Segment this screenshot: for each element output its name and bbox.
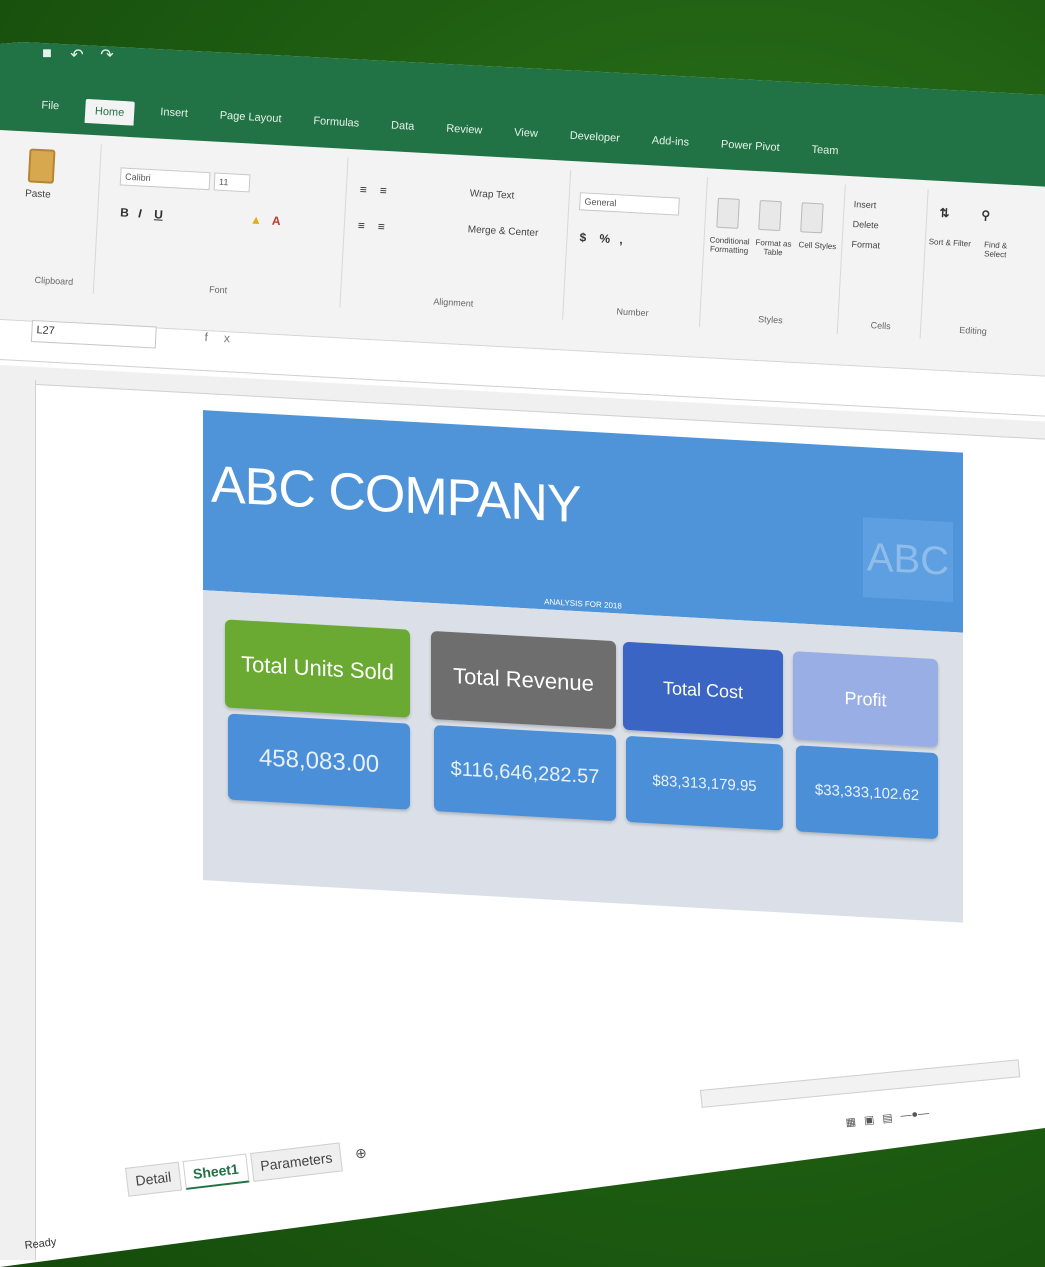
font-group: Calibri 11 B I U ▲ A Font	[95, 144, 349, 308]
cell-styles-icon[interactable]	[800, 202, 824, 234]
font-label: Font	[208, 284, 228, 296]
kpi-label: Total Units Sold	[225, 619, 410, 718]
excel-window: ■ ↶ ↷ File Home Insert Page Layout Formu…	[0, 42, 1045, 1267]
kpi-label: Total Revenue	[431, 630, 616, 730]
format-as-table-button[interactable]: Format as Table	[751, 238, 796, 258]
tab-team[interactable]: Team	[805, 140, 845, 166]
styles-group: Conditional Formatting Format as Table C…	[702, 177, 846, 335]
clipboard-label: Clipboard	[34, 274, 74, 287]
cells-label: Cells	[870, 320, 891, 332]
font-name-select[interactable]: Calibri	[119, 167, 211, 191]
sheet-tab-sheet1[interactable]: Sheet1	[182, 1153, 250, 1190]
tab-developer[interactable]: Developer	[563, 126, 626, 154]
merge-center-button[interactable]: Merge & Center	[468, 224, 539, 239]
font-color-icon[interactable]: A	[272, 214, 281, 228]
quick-access-toolbar: ■ ↶ ↷	[38, 45, 116, 64]
kpi-label: Profit	[793, 651, 938, 748]
paste-icon[interactable]	[27, 148, 56, 184]
conditional-formatting-icon[interactable]	[716, 197, 740, 229]
tab-page-layout[interactable]: Page Layout	[213, 106, 288, 134]
cell-styles-button[interactable]: Cell Styles	[795, 240, 839, 251]
redo-icon[interactable]: ↷	[98, 45, 116, 64]
clipboard-group: Paste Clipboard	[13, 140, 102, 295]
kpi-value: $116,646,282.57	[434, 725, 616, 822]
format-as-table-icon[interactable]	[758, 199, 782, 232]
kpi-card-cost: Total Cost $83,313,179.95	[623, 641, 783, 841]
find-select-button[interactable]: Find & Select	[973, 240, 1018, 260]
sort-filter-button[interactable]: Sort & Filter	[928, 237, 972, 248]
delete-cells-button[interactable]: Delete	[852, 219, 879, 230]
kpi-card-revenue: Total Revenue $116,646,282.57	[431, 630, 616, 831]
wrap-text-button[interactable]: Wrap Text	[469, 188, 514, 201]
paste-label[interactable]: Paste	[25, 188, 51, 200]
kpi-value: $33,333,102.62	[796, 745, 938, 840]
horizontal-scrollbar[interactable]	[700, 1059, 1021, 1108]
number-label: Number	[616, 306, 649, 319]
format-cells-button[interactable]: Format	[851, 239, 880, 251]
row-header	[0, 380, 36, 1260]
view-controls: ▦ ▣ ▤ —●—	[845, 1107, 930, 1129]
kpi-value: $83,313,179.95	[626, 735, 783, 831]
normal-view-icon[interactable]: ▦	[845, 1115, 857, 1129]
company-title: ABC COMPANY	[211, 455, 581, 535]
save-icon[interactable]: ■	[38, 45, 56, 63]
comma-icon[interactable]: ,	[619, 232, 623, 246]
align-top-icon[interactable]: ≡	[359, 182, 367, 196]
undo-icon[interactable]: ↶	[68, 45, 86, 64]
tab-file[interactable]: File	[35, 96, 66, 122]
tab-data[interactable]: Data	[384, 116, 421, 142]
editing-label: Editing	[959, 324, 988, 337]
align-center-icon[interactable]: ≡	[377, 219, 385, 233]
company-logo: ABC	[863, 517, 953, 603]
alignment-label: Alignment	[433, 296, 474, 309]
page-layout-view-icon[interactable]: ▣	[863, 1113, 875, 1127]
kpi-card-profit: Profit $33,333,102.62	[793, 651, 938, 849]
tab-view[interactable]: View	[507, 123, 544, 149]
zoom-slider[interactable]: —●—	[900, 1107, 930, 1123]
sheet-tab-detail[interactable]: Detail	[125, 1161, 182, 1197]
status-text: Ready	[24, 1236, 58, 1252]
tab-insert[interactable]: Insert	[153, 103, 194, 129]
kpi-value: 458,083.00	[228, 713, 410, 810]
align-left-icon[interactable]: ≡	[358, 218, 366, 232]
tab-add-ins[interactable]: Add-ins	[645, 131, 696, 158]
number-group: General $ % , Number	[565, 169, 708, 327]
sheet-tabs: Detail Sheet1 Parameters ⊕	[125, 1138, 378, 1197]
italic-button[interactable]: I	[138, 206, 142, 220]
conditional-formatting-button[interactable]: Conditional Formatting	[707, 235, 752, 255]
fx-icon[interactable]: fx	[204, 330, 246, 346]
kpi-label: Total Cost	[623, 641, 783, 739]
kpi-panel: Total Units Sold 458,083.00 Total Revenu…	[203, 590, 963, 923]
logo-text: ABC	[866, 534, 950, 584]
fill-color-icon[interactable]: ▲	[250, 212, 263, 227]
tab-home[interactable]: Home	[84, 98, 135, 126]
font-size-select[interactable]: 11	[213, 172, 251, 193]
tab-power-pivot[interactable]: Power Pivot	[714, 135, 786, 163]
insert-cells-button[interactable]: Insert	[853, 199, 876, 210]
percent-icon[interactable]: %	[599, 231, 610, 246]
page-break-view-icon[interactable]: ▤	[882, 1111, 894, 1125]
sort-filter-icon[interactable]: ⇅	[939, 206, 950, 221]
cells-group: Insert Delete Format Cells	[840, 184, 929, 339]
editing-group: ⇅ ⚲ Sort & Filter Find & Select Editing	[923, 189, 1031, 344]
tab-review[interactable]: Review	[439, 119, 488, 146]
kpi-card-units: Total Units Sold 458,083.00	[225, 619, 410, 819]
styles-label: Styles	[757, 314, 783, 326]
sheet-tab-parameters[interactable]: Parameters	[249, 1142, 343, 1182]
bold-button[interactable]: B	[120, 205, 129, 219]
dashboard-sheet: ABC COMPANY ABC ANALYSIS FOR 2018 Total …	[200, 400, 970, 933]
underline-button[interactable]: U	[154, 207, 163, 221]
add-sheet-icon[interactable]: ⊕	[344, 1138, 379, 1171]
number-format-select[interactable]: General	[579, 192, 680, 216]
alignment-group: Wrap Text Merge & Center ≡ ≡ ≡ ≡ Alignme…	[343, 157, 572, 320]
background: ■ ↶ ↷ File Home Insert Page Layout Formu…	[0, 0, 1045, 1267]
align-middle-icon[interactable]: ≡	[379, 183, 387, 197]
currency-icon[interactable]: $	[579, 230, 586, 244]
find-select-icon[interactable]: ⚲	[981, 208, 991, 222]
tab-formulas[interactable]: Formulas	[307, 112, 366, 139]
